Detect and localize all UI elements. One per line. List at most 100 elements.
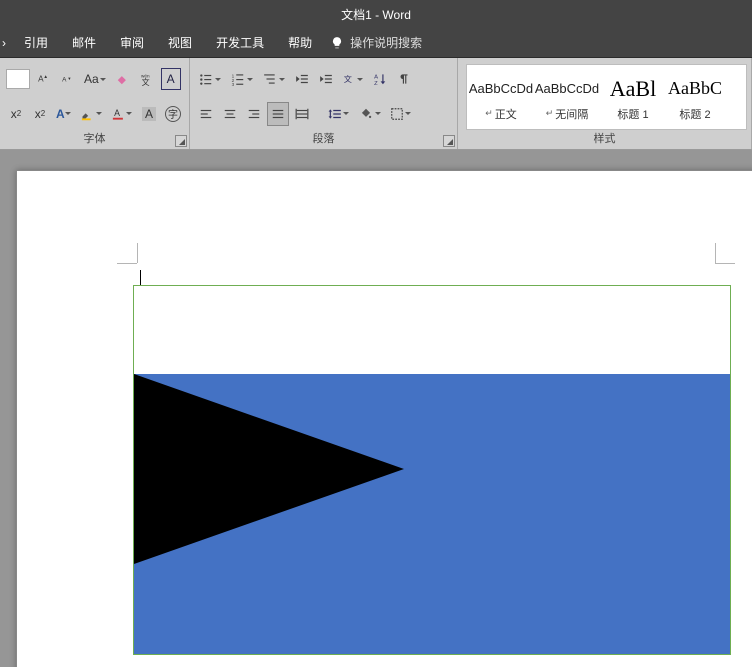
lightbulb-icon [330,36,344,50]
inserted-shape[interactable] [133,285,731,655]
character-shading-button[interactable]: A [139,103,159,125]
style-heading-2[interactable]: AaBbC 标题 2 [667,67,723,127]
style-preview: AaBbCcDd [535,72,599,106]
ribbon-group-styles: AaBbCcDd ↵正文 AaBbCcDd ↵无间隔 AaBl 标题 1 AaB… [458,58,752,149]
superscript-button[interactable]: x2 [30,103,50,125]
enclose-characters-button[interactable]: 字 [163,103,183,125]
show-marks-button[interactable] [394,68,414,90]
style-name: 标题 2 [679,106,710,122]
numbering-button[interactable]: 123 [228,68,256,90]
font-color-icon: A [111,106,126,122]
character-border-button[interactable]: A [161,68,181,90]
ribbon-tabs: › 引用 邮件 审阅 视图 开发工具 帮助 操作说明搜索 [0,28,752,58]
style-preview: AaBbC [668,72,722,106]
sort-icon: AZ [373,72,387,86]
tab-help[interactable]: 帮助 [276,28,324,58]
style-heading-1[interactable]: AaBl 标题 1 [601,67,665,127]
align-center-icon [223,107,237,121]
style-normal[interactable]: AaBbCcDd ↵正文 [469,67,533,127]
phonetic-guide-button[interactable]: wén文 [137,68,157,90]
ribbon-group-paragraph: 123 文 AZ 段落 [190,58,458,149]
paragraph-dialog-launcher[interactable] [443,135,455,147]
subscript-button[interactable]: x2 [6,103,26,125]
distributed-button[interactable] [292,103,312,125]
eraser-icon [115,72,131,86]
borders-button[interactable] [388,103,414,125]
line-spacing-button[interactable] [326,103,352,125]
svg-text:A: A [374,75,378,81]
ribbon-group-font: A▲ A▼ Aa wén文 A x2 x2 A A A 字 字体 [0,58,190,149]
clear-formatting-button[interactable] [113,68,133,90]
font-color-button[interactable]: A [109,103,136,125]
text-effects-button[interactable]: A [54,103,74,125]
indent-icon [319,72,333,86]
margin-mark [117,263,137,264]
align-right-icon [247,107,261,121]
numbering-icon: 123 [230,72,246,86]
decrease-indent-button[interactable] [292,68,312,90]
increase-indent-button[interactable] [316,68,336,90]
highlighter-icon [80,106,95,122]
highlight-button[interactable] [78,103,105,125]
shrink-font-button[interactable]: A▼ [58,68,78,90]
align-left-icon [199,107,213,121]
document-area[interactable] [0,150,752,667]
borders-icon [390,107,404,121]
svg-text:▼: ▼ [67,76,71,81]
style-name: 标题 1 [617,106,648,122]
align-left-button[interactable] [196,103,216,125]
svg-text:▲: ▲ [43,74,48,79]
style-preview: AaBl [610,72,656,106]
ribbon: A▲ A▼ Aa wén文 A x2 x2 A A A 字 字体 [0,58,752,150]
tab-developer[interactable]: 开发工具 [204,28,276,58]
font-dialog-launcher[interactable] [175,135,187,147]
asian-layout-button[interactable]: 文 [340,68,366,90]
distributed-icon [295,107,309,121]
text-cursor [140,270,141,286]
tab-review[interactable]: 审阅 [108,28,156,58]
align-justify-button[interactable] [268,103,288,125]
margin-mark [715,263,735,264]
tab-references[interactable]: 引用 [12,28,60,58]
grow-font-button[interactable]: A▲ [34,68,54,90]
tab-partial[interactable]: › [0,28,12,58]
tab-mailings[interactable]: 邮件 [60,28,108,58]
svg-text:文: 文 [141,77,149,86]
align-right-button[interactable] [244,103,264,125]
shape-black-triangle [134,374,404,564]
svg-text:Z: Z [374,81,378,86]
window-title: 文档1 - Word [341,6,411,23]
multilevel-icon [262,72,278,86]
styles-gallery: AaBbCcDd ↵正文 AaBbCcDd ↵无间隔 AaBl 标题 1 AaB… [466,64,747,130]
style-name: 正文 [495,106,517,122]
style-no-spacing[interactable]: AaBbCcDd ↵无间隔 [535,67,599,127]
svg-text:A: A [114,108,120,118]
sort-button[interactable]: AZ [370,68,390,90]
styles-group-label: 样式 [594,133,616,145]
margin-mark [137,243,138,263]
font-size-box[interactable] [6,69,30,89]
tell-me-label: 操作说明搜索 [350,34,422,51]
margin-mark [715,243,716,263]
paragraph-group-label: 段落 [313,133,335,145]
tab-view[interactable]: 视图 [156,28,204,58]
svg-text:3: 3 [232,82,235,86]
font-group-label: 字体 [84,133,106,145]
svg-text:A: A [62,77,67,84]
title-bar: 文档1 - Word [0,0,752,28]
align-center-button[interactable] [220,103,240,125]
pilcrow-icon [397,72,411,86]
line-spacing-icon [328,107,342,121]
paint-bucket-icon [358,107,374,121]
change-case-button[interactable]: Aa [82,68,109,90]
bullets-icon [198,72,214,86]
shape-blue-band [134,374,730,654]
bullets-button[interactable] [196,68,224,90]
shading-button[interactable] [356,103,384,125]
tell-me-search[interactable]: 操作说明搜索 [330,34,422,51]
svg-text:文: 文 [344,74,352,84]
align-justify-icon [271,107,285,121]
multilevel-list-button[interactable] [260,68,288,90]
document-page[interactable] [16,170,752,667]
style-preview: AaBbCcDd [469,72,533,106]
